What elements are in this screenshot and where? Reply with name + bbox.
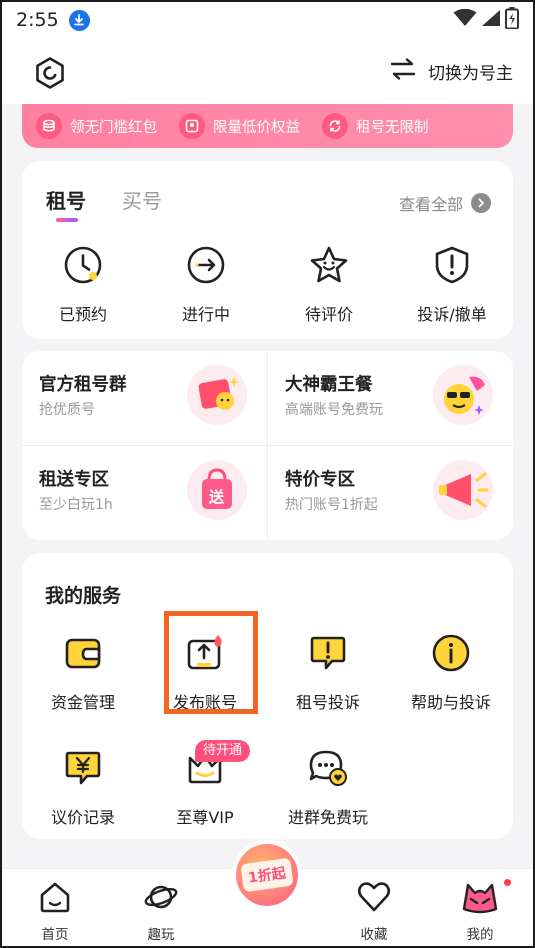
chevron-right-icon: [471, 193, 491, 213]
signal-icon: [481, 9, 501, 31]
services-card: 我的服务 资金管理 发布账号 租号投诉 帮助与投诉 议价记录 至尊VIP 进群免…: [22, 553, 513, 839]
promo-banner[interactable]: 领无门槛红包 限量低价权益 租号无限制: [22, 104, 513, 148]
switch-role-button[interactable]: 切换为号主: [390, 58, 513, 85]
discount-ticket-icon: 1折起: [236, 844, 298, 906]
order-in-progress-label: 进行中: [181, 305, 230, 324]
nav-mine[interactable]: 我的: [445, 879, 515, 943]
chat-heart-icon: [308, 748, 348, 792]
view-all-button[interactable]: 查看全部: [399, 191, 491, 215]
promo-item-low-price[interactable]: 限量低价权益: [179, 113, 300, 139]
promo-label-unlimited: 租号无限制: [356, 119, 429, 136]
settings-icon[interactable]: [33, 56, 67, 90]
order-reserved-label: 已预约: [58, 305, 107, 324]
tab-rent[interactable]: 租号: [46, 185, 86, 214]
zones-card: 官方租号群 抢优质号 大神霸王餐 高端账号免费玩 租送专区 至少白玩1h 送 特…: [22, 351, 513, 540]
service-help-label: 帮助与投诉: [410, 693, 491, 712]
megaphone-icon: [433, 460, 493, 520]
order-reserved[interactable]: 已预约: [28, 245, 138, 325]
gift-bag-icon: 送: [187, 460, 247, 520]
service-join-group-label: 进群免费玩: [287, 808, 368, 827]
zone-special-price-title: 特价专区: [285, 470, 355, 490]
battery-icon: [505, 7, 519, 33]
mascot-face-icon: [461, 879, 499, 919]
service-funds-label: 资金管理: [50, 693, 115, 712]
info-circle-icon: [431, 633, 471, 677]
active-tab-indicator: [56, 218, 78, 222]
home-icon: [37, 879, 73, 919]
nav-home[interactable]: 首页: [20, 879, 90, 943]
status-time: 2:55: [16, 9, 59, 31]
zone-rent-gift-title: 租送专区: [39, 470, 109, 490]
promo-label-low-price: 限量低价权益: [213, 119, 300, 136]
wifi-icon: [453, 8, 477, 31]
voucher-icon: [179, 113, 205, 139]
tab-buy[interactable]: 买号: [122, 185, 162, 214]
center-discount-label: 1折起: [240, 857, 294, 893]
wallet-icon: [63, 633, 103, 677]
planet-icon: [143, 879, 179, 919]
nav-home-label: 首页: [41, 927, 69, 943]
nav-fun-label: 趣玩: [147, 927, 175, 943]
swap-arrows-icon: [390, 58, 416, 85]
coin-stack-icon: [36, 113, 62, 139]
nav-fun[interactable]: 趣玩: [126, 879, 196, 943]
promo-item-red-packet[interactable]: 领无门槛红包: [36, 113, 157, 139]
top-header: 切换为号主: [0, 40, 535, 104]
zone-special-price[interactable]: 特价专区 热门账号1折起: [268, 446, 513, 540]
switch-role-label: 切换为号主: [428, 64, 513, 84]
promo-label-red-packet: 领无门槛红包: [70, 119, 157, 136]
service-funds[interactable]: 资金管理: [23, 633, 143, 713]
view-all-label: 查看全部: [398, 195, 463, 214]
nav-favorites-label: 收藏: [360, 927, 388, 943]
status-bar: 2:55: [0, 0, 535, 40]
arrow-circle-icon: [186, 245, 226, 289]
center-discount-button[interactable]: 1折起: [232, 840, 302, 910]
service-help[interactable]: 帮助与投诉: [391, 633, 511, 713]
service-bargain-records[interactable]: 议价记录: [23, 748, 143, 828]
shield-alert-icon: [432, 245, 472, 289]
star-face-icon: [309, 245, 349, 289]
zone-special-price-subtitle: 热门账号1折起: [285, 497, 378, 513]
service-bargain-records-label: 议价记录: [50, 808, 115, 827]
zone-rent-gift-subtitle: 至少白玩1h: [39, 497, 113, 513]
service-rent-complaint[interactable]: 租号投诉: [268, 633, 388, 713]
services-title: 我的服务: [45, 585, 122, 607]
vip-status-badge: 待开通: [195, 740, 251, 762]
order-to-review[interactable]: 待评价: [274, 245, 384, 325]
red-envelope-icon: [187, 365, 247, 425]
nav-favorites[interactable]: 收藏: [339, 879, 409, 943]
clock-icon: [63, 245, 103, 289]
zone-official-group[interactable]: 官方租号群 抢优质号: [22, 351, 267, 445]
nav-mine-label: 我的: [466, 927, 494, 943]
service-rent-complaint-label: 租号投诉: [295, 693, 360, 712]
refresh-icon: [322, 113, 348, 139]
zone-free-meal-subtitle: 高端账号免费玩: [285, 402, 383, 418]
yuan-bubble-icon: [63, 748, 103, 792]
service-vip-label: 至尊VIP: [176, 808, 234, 827]
promo-item-unlimited[interactable]: 租号无限制: [322, 113, 429, 139]
zone-official-group-subtitle: 抢优质号: [39, 402, 95, 418]
gift-badge-label: 送: [209, 488, 225, 506]
zone-rent-gift[interactable]: 租送专区 至少白玩1h 送: [22, 446, 267, 540]
zone-free-meal-title: 大神霸王餐: [285, 375, 373, 395]
download-icon: [68, 9, 90, 31]
orders-card: 租号 买号 查看全部 已预约 进行中 待评价 投诉/撤单: [22, 161, 513, 339]
zone-official-group-title: 官方租号群: [39, 375, 127, 395]
order-in-progress[interactable]: 进行中: [151, 245, 261, 325]
cool-face-icon: [433, 365, 493, 425]
alert-bubble-icon: [308, 633, 348, 677]
order-complaint-label: 投诉/撤单: [417, 305, 487, 324]
service-join-group[interactable]: 进群免费玩: [268, 748, 388, 828]
order-complaint[interactable]: 投诉/撤单: [397, 245, 507, 325]
heart-icon: [356, 879, 392, 919]
zone-free-meal[interactable]: 大神霸王餐 高端账号免费玩: [268, 351, 513, 445]
highlight-box: [164, 611, 258, 714]
order-to-review-label: 待评价: [304, 305, 353, 324]
notification-dot: [502, 877, 513, 888]
